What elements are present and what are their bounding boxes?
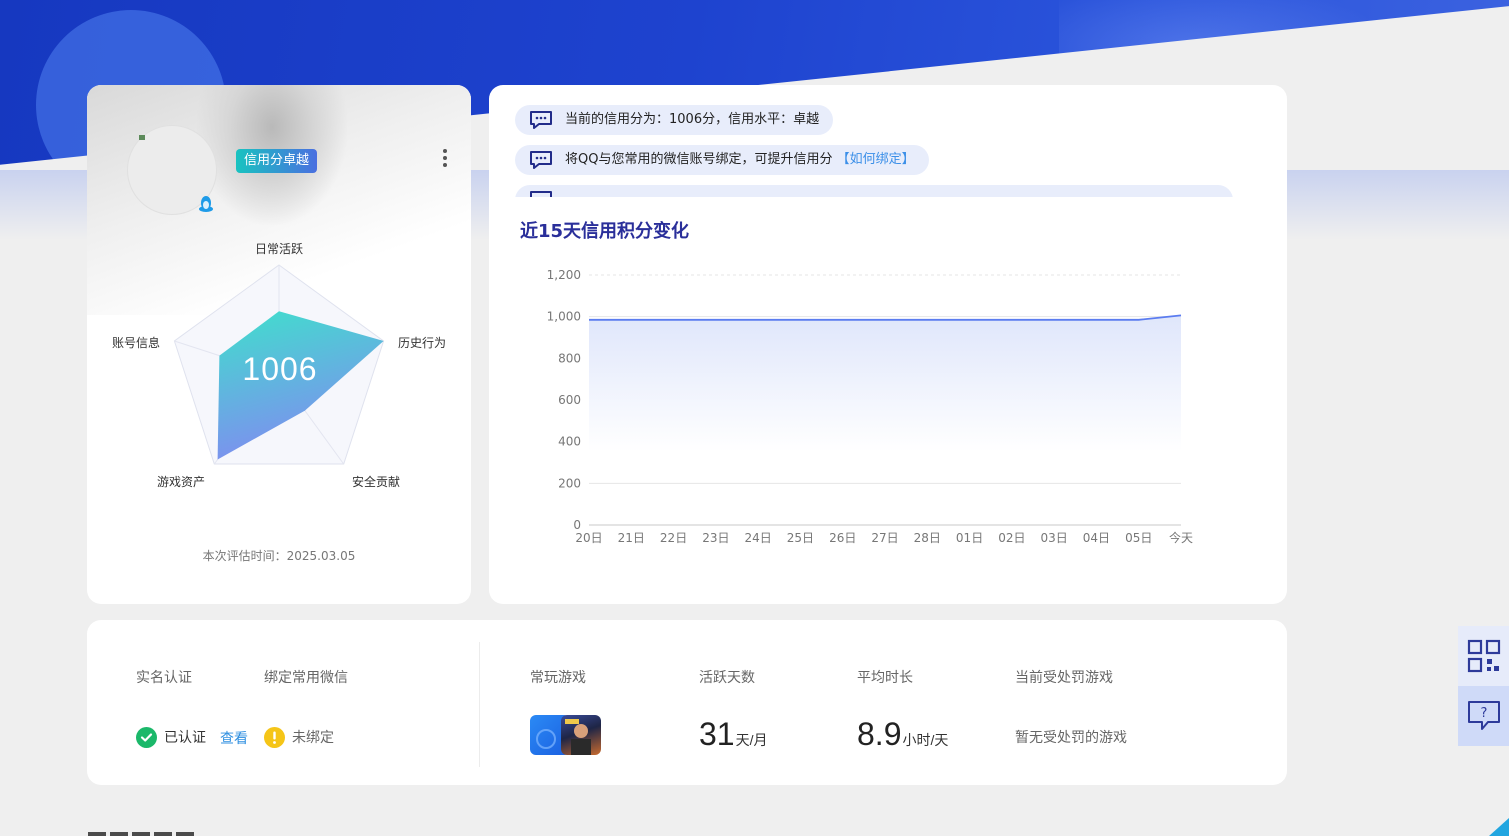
check-circle-icon: [136, 726, 157, 748]
help-bubble-icon: ?: [1467, 701, 1500, 730]
view-realname-link[interactable]: 查看: [220, 728, 248, 748]
realname-status: 已认证: [136, 726, 206, 748]
radar-label-security: 安全贡献: [352, 475, 401, 489]
avg-duration: 8.9小时/天: [857, 716, 948, 753]
radar-label-daily: 日常活跃: [255, 242, 304, 256]
y-tick-label: 600: [558, 393, 581, 407]
avg-duration-label: 平均时长: [857, 670, 913, 686]
x-tick-label: 04日: [1083, 531, 1110, 545]
y-tick-label: 1,000: [547, 310, 581, 324]
avg-duration-unit: 小时/天: [902, 732, 949, 748]
qq-penguin-icon: [199, 196, 213, 212]
active-days: 31天/月: [699, 716, 767, 753]
y-tick-label: 1,200: [547, 268, 581, 282]
info-divider: [479, 642, 480, 767]
credit-line-chart: 0 200 400 600 800 1,000 1,200 20日 21日 22日 23日 24日 25…: [547, 268, 1193, 545]
x-tick-label: 03日: [1041, 531, 1068, 545]
x-tick-label: 26日: [829, 531, 856, 545]
notice-item: 当前的信用分为：1006分，信用水平：卓越: [515, 105, 834, 135]
y-tick-label: 400: [558, 435, 581, 449]
realname-label: 实名认证: [136, 670, 192, 686]
notice-item: 将QQ与您常用的微信账号绑定，可提升信用分 【如何绑定】: [515, 145, 929, 175]
active-days-value: 31: [699, 716, 735, 752]
notice-item: [515, 185, 1233, 197]
wechat-status-text: 未绑定: [292, 730, 334, 746]
x-tick-label: 27日: [871, 531, 898, 545]
penalty-status: 暂无受处罚的游戏: [1015, 730, 1127, 746]
credit-chart-card: 当前的信用分为：1006分，信用水平：卓越 将QQ与您常用的微信账号绑定，可提升…: [489, 85, 1287, 604]
next-section-peek: [88, 826, 208, 836]
wechat-label: 绑定常用微信: [264, 670, 348, 686]
notice-text: 将QQ与您常用的微信账号绑定，可提升信用分: [565, 152, 833, 167]
chat-bubble-icon: [530, 151, 552, 169]
qrcode-icon: [1467, 639, 1500, 673]
x-tick-label: 28日: [914, 531, 941, 545]
help-button[interactable]: ?: [1458, 686, 1509, 746]
chart-title: 近15天信用积分变化: [520, 221, 690, 242]
credit-score: 1006: [242, 351, 318, 387]
x-tick-label: 02日: [998, 531, 1025, 545]
y-tick-label: 0: [573, 518, 581, 532]
y-tick-label: 200: [558, 476, 581, 490]
avg-duration-value: 8.9: [857, 716, 902, 752]
frequent-games: [530, 715, 602, 755]
game-icon[interactable]: [561, 715, 601, 755]
radar-label-assets: 游戏资产: [157, 475, 206, 489]
chat-bubble-icon: [530, 111, 552, 129]
x-tick-label: 24日: [745, 531, 772, 545]
chat-bubble-icon: [530, 191, 552, 197]
x-tick-label: 21日: [618, 531, 645, 545]
corner-decoration: [1489, 818, 1509, 836]
x-tick-label: 今天: [1169, 530, 1193, 545]
wechat-status: 未绑定: [264, 726, 334, 748]
penalty-label: 当前受处罚游戏: [1015, 670, 1113, 686]
credit-level-badge: 信用分卓越: [236, 149, 318, 173]
realname-status-text: 已认证: [164, 730, 206, 746]
active-days-unit: 天/月: [735, 732, 768, 748]
warning-circle-icon: [264, 726, 285, 748]
more-vertical-icon[interactable]: [439, 147, 451, 169]
series-area: [589, 315, 1181, 453]
x-tick-label: 01日: [956, 531, 983, 545]
active-days-label: 活跃天数: [699, 670, 755, 686]
x-tick-label: 25日: [787, 531, 814, 545]
radar-label-account: 账号信息: [112, 336, 161, 350]
games-label: 常玩游戏: [530, 670, 586, 686]
qrcode-button[interactable]: [1458, 626, 1509, 686]
avatar-marker: [139, 135, 145, 140]
evaluation-time: 本次评估时间：2025.03.05: [202, 549, 356, 563]
profile-card: 信用分卓越 日常活跃 历史行为 安全贡献 游戏资产 账号信息 1006 本次评估…: [87, 85, 471, 604]
account-info-card: 实名认证 绑定常用微信 已认证 查看 未绑定 常玩游戏 活跃天数 31天/月 平…: [87, 620, 1287, 785]
how-to-bind-link[interactable]: 【如何绑定】: [837, 152, 915, 167]
series-line: [589, 314, 1182, 321]
x-tick-label: 23日: [702, 531, 729, 545]
notice-text: 当前的信用分为：1006分，信用水平：卓越: [565, 112, 820, 127]
x-tick-label: 20日: [575, 531, 602, 545]
x-tick-label: 22日: [660, 531, 687, 545]
notice-list: 当前的信用分为：1006分，信用水平：卓越 将QQ与您常用的微信账号绑定，可提升…: [515, 105, 1255, 197]
svg-text:?: ?: [1480, 706, 1487, 721]
y-tick-label: 800: [558, 351, 581, 365]
x-tick-label: 05日: [1125, 531, 1152, 545]
radar-label-history: 历史行为: [398, 336, 447, 350]
